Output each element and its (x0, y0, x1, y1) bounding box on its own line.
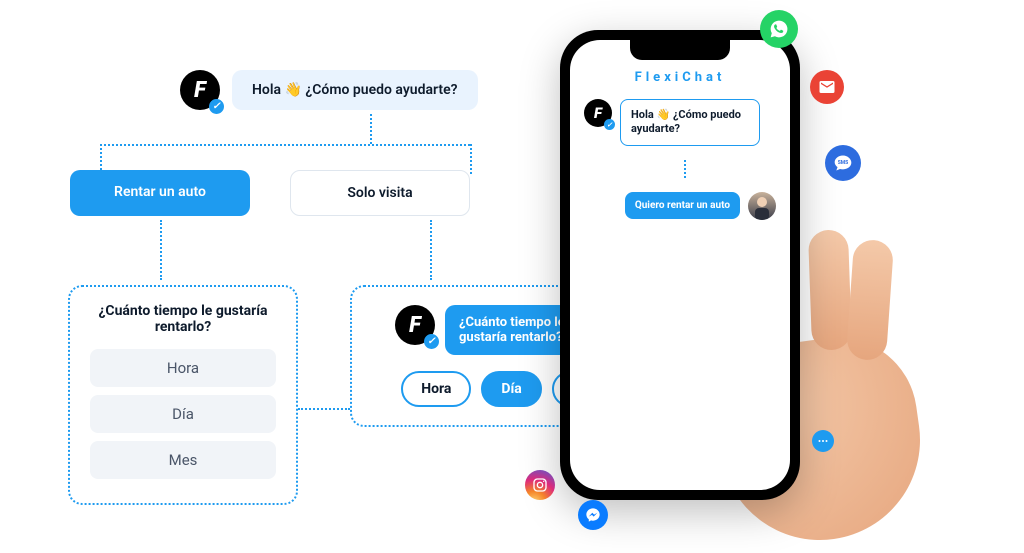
whatsapp-icon (760, 10, 798, 48)
chat-row-user: Quiero rentar un auto (584, 192, 776, 220)
connector (430, 220, 432, 280)
connector (100, 144, 102, 174)
bot-avatar: F ✓ (584, 99, 612, 127)
duration-panel-options: ¿Cuánto tiempo le gustaría rentarlo? Hor… (68, 285, 298, 505)
verified-badge-icon: ✓ (604, 119, 615, 130)
svg-text:SMS: SMS (838, 160, 849, 166)
connector (100, 144, 470, 146)
option-rent[interactable]: Rentar un auto (70, 170, 250, 216)
connector (370, 114, 372, 144)
option-visit[interactable]: Solo visita (290, 170, 470, 216)
verified-badge-icon: ✓ (424, 334, 439, 349)
chat-row-bot: F ✓ Hola 👋 ¿Cómo puedo ayudarte? (584, 99, 776, 146)
phone-mockup: FlexiChat F ✓ Hola 👋 ¿Cómo puedo ayudart… (560, 30, 800, 500)
option-hour[interactable]: Hora (90, 349, 276, 387)
sms-icon: SMS (825, 145, 861, 181)
duration-question: ¿Cuánto tiempo le gustaría rentarlo? (86, 303, 280, 335)
user-message: Quiero rentar un auto (625, 192, 740, 219)
option-day[interactable]: Día (90, 395, 276, 433)
chat-thread: F ✓ Hola 👋 ¿Cómo puedo ayudarte? Quiero … (570, 99, 790, 220)
user-avatar (748, 192, 776, 220)
greeting-bubble: Hola 👋 ¿Cómo puedo ayudarte? (232, 70, 478, 110)
more-icon (812, 430, 834, 452)
phone-notch (630, 40, 730, 60)
pill-hour[interactable]: Hora (401, 371, 471, 407)
bot-avatar-letter: F (409, 313, 421, 338)
connector (470, 144, 472, 174)
bot-avatar-letter: F (194, 78, 206, 103)
pill-day[interactable]: Día (481, 371, 541, 407)
bot-avatar: F ✓ (180, 70, 220, 110)
connector (684, 160, 776, 178)
flow-diagram: F ✓ Hola 👋 ¿Cómo puedo ayudarte? Rentar … (130, 70, 570, 216)
option-month[interactable]: Mes (90, 441, 276, 479)
phone-screen: FlexiChat F ✓ Hola 👋 ¿Cómo puedo ayudart… (570, 40, 790, 490)
bot-avatar-letter: F (594, 104, 602, 122)
messenger-icon (578, 500, 608, 530)
instagram-icon (525, 470, 555, 500)
connector (160, 220, 162, 280)
connector (298, 408, 350, 410)
verified-badge-icon: ✓ (209, 99, 224, 114)
gmail-icon (810, 70, 844, 104)
bot-message: Hola 👋 ¿Cómo puedo ayudarte? (620, 99, 760, 146)
bot-avatar: F ✓ (395, 305, 435, 345)
